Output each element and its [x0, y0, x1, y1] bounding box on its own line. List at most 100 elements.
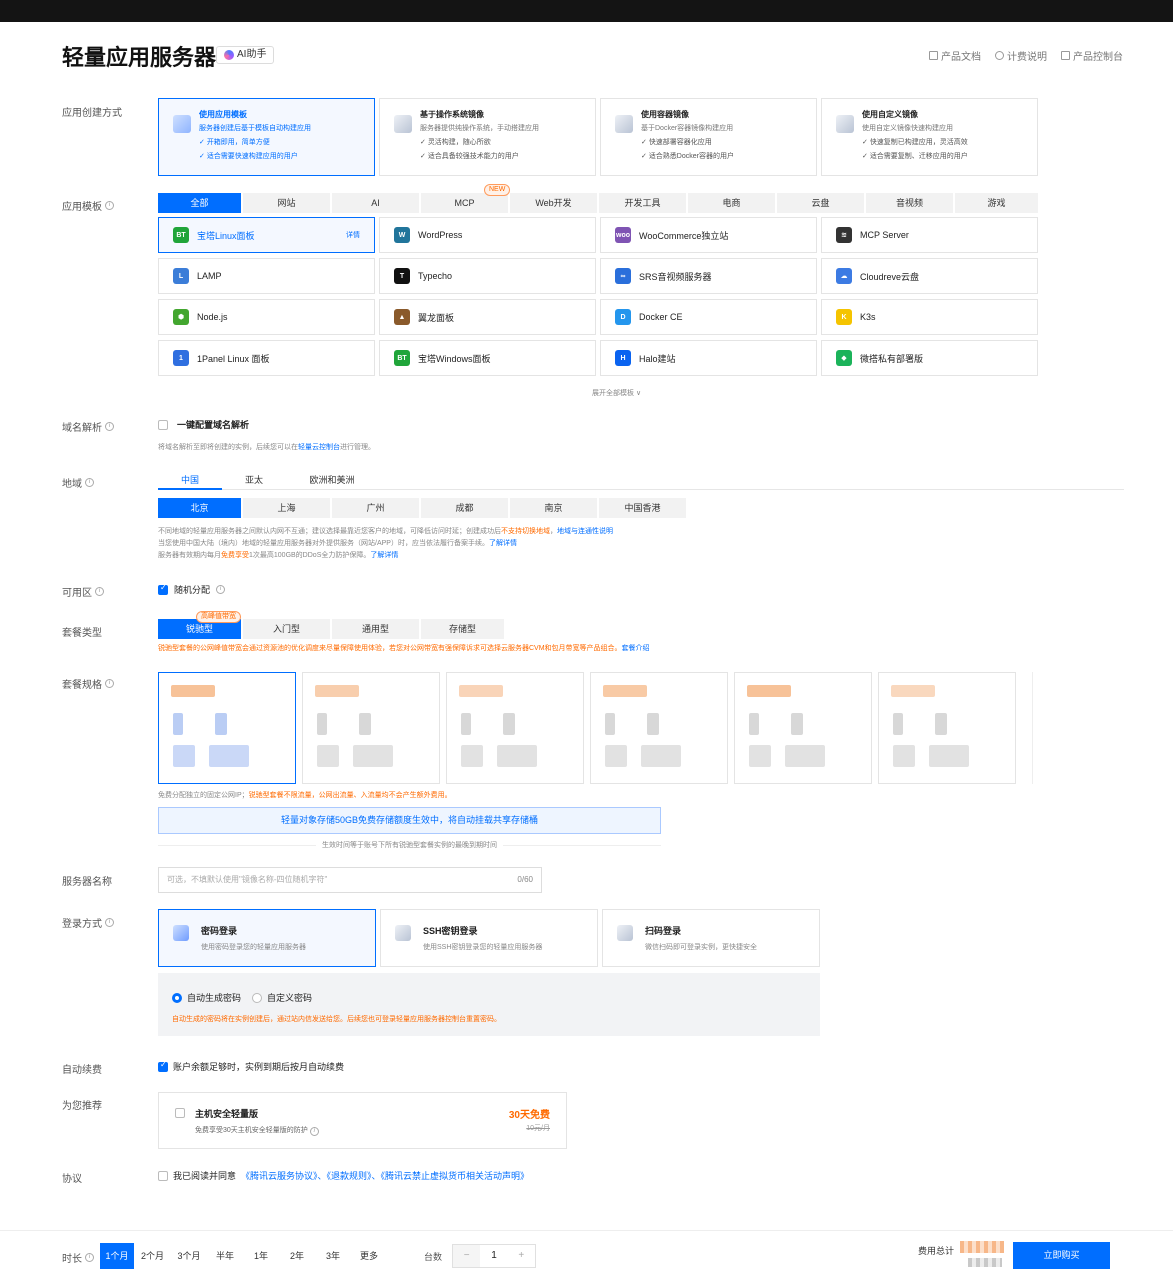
city-guangzhou[interactable]: 广州: [332, 498, 419, 518]
tab-games[interactable]: 游戏: [955, 193, 1038, 213]
mode-card-template[interactable]: 使用应用模板 服务器创建后基于模板自动构建应用 开箱即用，简单方便 适合需要快速…: [158, 98, 375, 176]
plan-spec-card[interactable]: [734, 672, 872, 784]
duration-1m[interactable]: 1个月: [100, 1243, 134, 1269]
info-icon[interactable]: i: [85, 1253, 94, 1262]
server-name-input[interactable]: 可选，不填默认使用"镜像名称-四位随机字符" 0/60: [158, 867, 542, 893]
info-icon[interactable]: i: [216, 585, 226, 594]
template-card[interactable]: ▲ 翼龙面板: [379, 299, 596, 335]
city-chengdu[interactable]: 成都: [421, 498, 508, 518]
info-icon[interactable]: i: [309, 1127, 319, 1136]
template-card[interactable]: BT 宝塔Linux面板 详情: [158, 217, 375, 253]
tab-ecommerce[interactable]: 电商: [688, 193, 775, 213]
template-card[interactable]: H Halo建站: [600, 340, 817, 376]
info-icon[interactable]: i: [105, 422, 114, 431]
template-card[interactable]: W WordPress: [379, 217, 596, 253]
plan-spec-card[interactable]: [302, 672, 440, 784]
template-card[interactable]: ⬢ Node.js: [158, 299, 375, 335]
template-card[interactable]: ◆ 微搭私有部署版: [821, 340, 1038, 376]
duration-2m[interactable]: 2个月: [134, 1243, 171, 1269]
tab-mcp[interactable]: MCP: [421, 193, 508, 213]
pwd-auto-option[interactable]: 自动生成密码: [172, 991, 241, 1004]
plan-spec-card[interactable]: [158, 672, 296, 784]
buy-now-button[interactable]: 立即购买: [1013, 1242, 1110, 1269]
domain-option[interactable]: 一键配置域名解析: [158, 418, 249, 431]
template-card[interactable]: T Typecho: [379, 258, 596, 294]
info-icon[interactable]: i: [105, 201, 114, 210]
expand-templates-link[interactable]: 展开全部模板 ∨: [592, 388, 641, 398]
plan-spec-card[interactable]: [878, 672, 1016, 784]
auto-renew-checkbox[interactable]: [158, 1060, 168, 1072]
mode-card-container[interactable]: 使用容器镜像 基于Docker容器镜像构建应用 快速部署容器化应用 适合熟悉Do…: [600, 98, 817, 176]
template-card[interactable]: woo WooCommerce独立站: [600, 217, 817, 253]
template-card[interactable]: K K3s: [821, 299, 1038, 335]
login-password-card[interactable]: 密码登录 使用密码登录您的轻量应用服务器: [158, 909, 376, 967]
tab-cloud-drive[interactable]: 云盘: [777, 193, 864, 213]
info-icon[interactable]: i: [95, 587, 104, 596]
tab-web-dev[interactable]: Web开发: [510, 193, 597, 213]
icp-detail-link[interactable]: 了解详情: [489, 540, 517, 547]
plan-spec-card[interactable]: [446, 672, 584, 784]
region-tab-china[interactable]: 中国: [158, 473, 222, 486]
city-nanjing[interactable]: 南京: [510, 498, 597, 518]
city-shanghai[interactable]: 上海: [243, 498, 330, 518]
tab-media[interactable]: 音视频: [866, 193, 953, 213]
qty-minus-button[interactable]: −: [453, 1245, 481, 1267]
qty-value[interactable]: 1: [480, 1245, 507, 1267]
recommend-checkbox[interactable]: [175, 1108, 185, 1118]
duration-more[interactable]: 更多: [351, 1243, 387, 1269]
tab-ai[interactable]: AI: [332, 193, 419, 213]
duration-3m[interactable]: 3个月: [171, 1243, 207, 1269]
city-hongkong[interactable]: 中国香港: [599, 498, 686, 518]
info-icon[interactable]: i: [105, 918, 114, 927]
plan-type-storage[interactable]: 存储型: [421, 619, 504, 639]
docs-link[interactable]: 产品文档: [929, 48, 981, 63]
agreement-option[interactable]: 我已阅读并同意 《腾讯云服务协议》、《退款规则》、《腾讯云禁止虚拟货币相关活动声明…: [158, 1169, 529, 1182]
duration-1y[interactable]: 1年: [243, 1243, 279, 1269]
plan-type-entry[interactable]: 入门型: [243, 619, 330, 639]
duration-3y[interactable]: 3年: [315, 1243, 351, 1269]
console-link[interactable]: 产品控制台: [1061, 48, 1123, 63]
ai-assistant-button[interactable]: AI助手: [216, 46, 275, 64]
login-qr-card[interactable]: 扫码登录 微信扫码即可登录实例，更快捷安全: [602, 909, 820, 967]
plan-type-general[interactable]: 通用型: [332, 619, 419, 639]
mode-card-os-image[interactable]: 基于操作系统镜像 服务器提供纯操作系统，手动搭建应用 灵活构建，随心所欲 适合具…: [379, 98, 596, 176]
console-link-inline[interactable]: 轻量云控制台: [298, 444, 340, 451]
tab-website[interactable]: 网站: [243, 193, 330, 213]
radio-custom[interactable]: [252, 992, 262, 1003]
tab-all[interactable]: 全部: [158, 193, 241, 213]
template-detail-link[interactable]: 详情: [346, 230, 360, 240]
template-card[interactable]: ≋ MCP Server: [821, 217, 1038, 253]
template-card[interactable]: BT 宝塔Windows面板: [379, 340, 596, 376]
info-icon[interactable]: i: [105, 679, 114, 688]
duration-2y[interactable]: 2年: [279, 1243, 315, 1269]
city-beijing[interactable]: 北京: [158, 498, 241, 518]
domain-checkbox[interactable]: [158, 419, 168, 430]
zone-random-checkbox[interactable]: [158, 583, 168, 595]
auto-renew-option[interactable]: 账户余额足够时，实例到期后按月自动续费: [158, 1060, 344, 1073]
template-card[interactable]: ∞ SRS音视频服务器: [600, 258, 817, 294]
plan-intro-link[interactable]: 套餐介绍: [622, 645, 650, 652]
region-tab-apac[interactable]: 亚太: [232, 473, 276, 486]
ddos-detail-link[interactable]: 了解详情: [370, 552, 398, 559]
qty-plus-button[interactable]: +: [507, 1245, 535, 1267]
mode-card-custom-image[interactable]: 使用自定义镜像 使用自定义镜像快速构建应用 快速复制已构建应用，灵活高效 适合需…: [821, 98, 1038, 176]
radio-auto[interactable]: [172, 992, 182, 1003]
template-card[interactable]: D Docker CE: [600, 299, 817, 335]
pwd-custom-option[interactable]: 自定义密码: [252, 991, 312, 1004]
region-tab-eu-us[interactable]: 欧洲和美洲: [300, 473, 364, 486]
login-ssh-card[interactable]: SSH密钥登录 使用SSH密钥登录您的轻量应用服务器: [380, 909, 598, 967]
billing-link[interactable]: 计费说明: [995, 48, 1047, 63]
plan-spec-card[interactable]: [590, 672, 728, 784]
agreement-links[interactable]: 《腾讯云服务协议》、《退款规则》、《腾讯云禁止虚拟货币相关活动声明》: [241, 1169, 529, 1182]
tab-dev-tools[interactable]: 开发工具: [599, 193, 686, 213]
agreement-checkbox[interactable]: [158, 1170, 168, 1181]
duration-6m[interactable]: 半年: [207, 1243, 243, 1269]
region-connectivity-link[interactable]: 地域与连通性说明: [557, 528, 613, 535]
recommend-card[interactable]: 主机安全轻量版 免费享受30天主机安全轻量版的防护 i 30天免费 10元/月: [158, 1092, 567, 1149]
info-icon[interactable]: i: [85, 478, 94, 487]
zone-option[interactable]: 随机分配 i: [158, 583, 226, 596]
mode-bullet: 快速复制已构建应用，灵活高效: [862, 137, 1027, 147]
template-card[interactable]: L LAMP: [158, 258, 375, 294]
template-card[interactable]: 1 1Panel Linux 面板: [158, 340, 375, 376]
template-card[interactable]: ☁ Cloudreve云盘: [821, 258, 1038, 294]
